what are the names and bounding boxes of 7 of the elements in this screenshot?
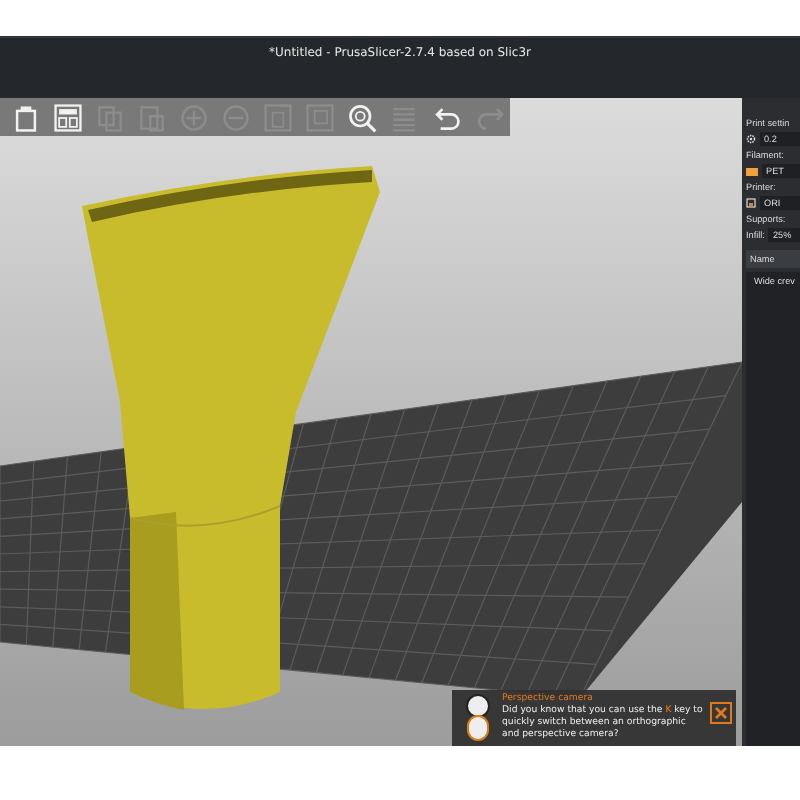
gear-icon <box>746 134 756 144</box>
filament-color-swatch[interactable] <box>746 167 758 175</box>
printer-icon <box>746 198 756 208</box>
arrange-button[interactable] <box>50 99 86 135</box>
close-button[interactable] <box>710 702 732 724</box>
search-button[interactable] <box>344 99 380 135</box>
hint-figure-icon <box>460 694 496 742</box>
